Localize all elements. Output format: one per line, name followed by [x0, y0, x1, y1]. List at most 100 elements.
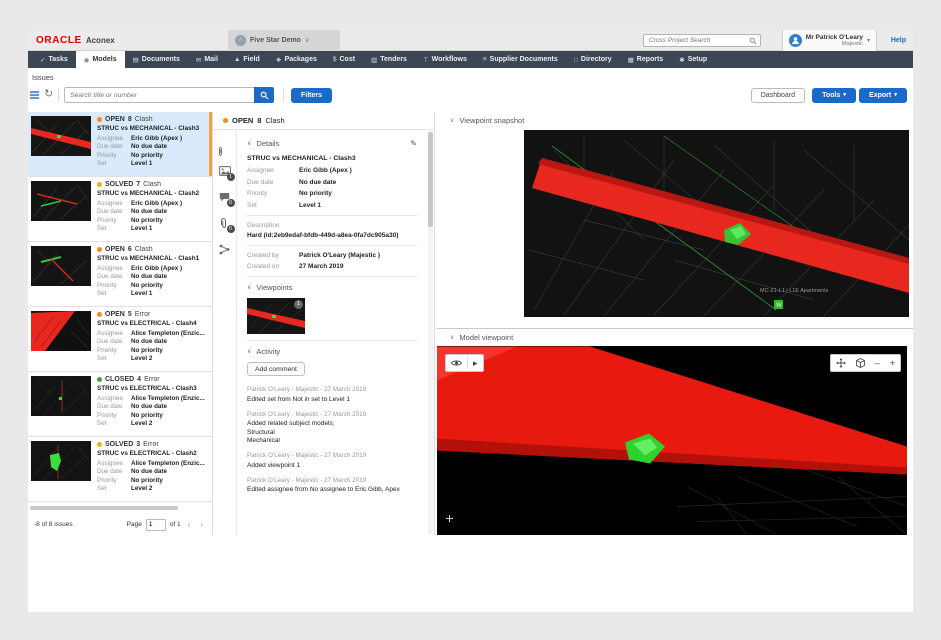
status-dot-icon	[223, 118, 228, 123]
dashboard-button[interactable]: Dashboard	[751, 88, 805, 103]
tab-cost[interactable]: $Cost	[325, 51, 363, 68]
documents-icon: ▤	[133, 56, 139, 64]
viewpoints-section-header[interactable]: ∨ Viewpoints	[247, 283, 417, 292]
page-label: Page	[127, 521, 142, 528]
issue-list-item[interactable]: OPEN 5 Error STRUC vs ELECTRICAL - Clash…	[28, 307, 212, 372]
detail-set: Level 1	[299, 202, 321, 209]
tab-workflows[interactable]: ⊤Workflows	[415, 51, 475, 68]
issue-title: STRUC vs MECHANICAL - Clash1	[97, 255, 209, 262]
activity-section-header[interactable]: ∨ Activity	[247, 347, 417, 356]
tab-directory[interactable]: ∷Directory	[566, 51, 620, 68]
tab-documents[interactable]: ▤Documents	[125, 51, 188, 68]
edit-pencil-icon[interactable]: ✎	[410, 139, 417, 148]
export-button[interactable]: Export▾	[859, 88, 907, 103]
tab-tasks[interactable]: ✓Tasks	[32, 51, 76, 68]
horizontal-scrollbar[interactable]	[30, 506, 178, 510]
tab-reports[interactable]: ▦Reports	[620, 51, 672, 68]
tools-button[interactable]: Tools▾	[812, 88, 856, 103]
zoom-out-icon[interactable]: –	[870, 355, 885, 371]
detail-header: OPEN 8 Clash	[213, 112, 434, 130]
activity-text: Structural	[247, 429, 417, 436]
status-text: SOLVED	[105, 441, 133, 448]
viewpoint-thumbnail[interactable]: 1	[247, 298, 305, 334]
tab-setup[interactable]: ✱Setup	[671, 51, 715, 68]
created-on: 27 March 2019	[299, 263, 343, 270]
page-prev-icon[interactable]: ‹	[185, 520, 194, 529]
issue-detail-panel: OPEN 8 Clash i 1 0	[213, 112, 435, 535]
tab-supplier-documents[interactable]: ≡Supplier Documents	[475, 51, 566, 68]
zoom-in-icon[interactable]: +	[885, 355, 900, 371]
chevron-down-icon: ∨	[450, 117, 454, 124]
viewpoint-count-badge: 1	[294, 300, 303, 309]
user-menu[interactable]: Mr Patrick O'Leary Majestic ▾	[782, 30, 877, 51]
directory-icon: ∷	[574, 56, 578, 64]
activity-entry: Patrick O'Leary - Majestic - 27 March 20…	[247, 452, 417, 469]
issue-thumbnail	[31, 441, 91, 481]
tab-packages[interactable]: ❖Packages	[268, 51, 325, 68]
page-of-label: of 1	[170, 521, 181, 528]
activity-text: Edited set from Not in set to Level 1	[247, 396, 417, 403]
detail-status: OPEN	[232, 116, 253, 125]
visibility-eye-icon[interactable]	[446, 355, 467, 371]
cross-project-search-input[interactable]	[647, 36, 749, 45]
expand-panel-icon[interactable]: ▸	[468, 355, 483, 371]
issue-list-item[interactable]: OPEN 6 Clash STRUC vs MECHANICAL - Clash…	[28, 242, 212, 307]
pan-icon[interactable]	[831, 355, 851, 371]
tab-mail[interactable]: ✉Mail	[188, 51, 226, 68]
packages-icon: ❖	[276, 56, 282, 64]
model-viewpoint-header[interactable]: ∨ Model viewpoint	[437, 329, 913, 346]
viewpoint-snapshot-header[interactable]: ∨ Viewpoint snapshot	[437, 112, 913, 129]
status-text: OPEN	[105, 116, 125, 123]
comments-icon[interactable]: 0	[219, 192, 231, 203]
info-icon[interactable]: i	[219, 140, 231, 151]
tenders-icon: ▥	[371, 56, 377, 64]
page-number-input[interactable]	[146, 519, 166, 531]
issue-status-line: OPEN 6 Clash	[97, 246, 209, 253]
activity-meta: Patrick O'Leary - Majestic - 27 March 20…	[247, 477, 417, 484]
created-by: Patrick O'Leary (Majestic )	[299, 252, 380, 259]
filters-button[interactable]: Filters	[291, 88, 332, 103]
issue-thumbnail	[31, 181, 91, 221]
refresh-icon[interactable]: ↻	[44, 87, 53, 100]
tab-models[interactable]: ◉Models	[76, 51, 125, 68]
issues-menu-icon[interactable]	[30, 91, 39, 99]
tab-tenders[interactable]: ▥Tenders	[363, 51, 415, 68]
vertical-scrollbar[interactable]	[428, 131, 433, 534]
viewpoint-snapshot-image[interactable]: MC-Z1-L1 | L1E Apartments W	[524, 130, 909, 317]
activity-entry: Patrick O'Leary - Majestic - 27 March 20…	[247, 411, 417, 445]
viewpoints-icon[interactable]: 1	[219, 166, 231, 177]
field-icon: ▲	[234, 56, 240, 63]
issue-status-line: SOLVED 3 Error	[97, 441, 209, 448]
page-next-icon[interactable]: ›	[197, 520, 206, 529]
status-dot-icon	[97, 247, 102, 252]
details-section-header[interactable]: ∨ Details ✎	[247, 139, 417, 148]
detail-priority: No priority	[299, 190, 332, 197]
search-icon[interactable]	[749, 37, 757, 45]
issue-list-item[interactable]: SOLVED 7 Clash STRUC vs MECHANICAL - Cla…	[28, 177, 212, 242]
issue-title: STRUC vs ELECTRICAL - Clash3	[97, 385, 209, 392]
issue-search-input[interactable]	[64, 87, 254, 103]
aconex-brand: Aconex	[86, 36, 115, 45]
add-comment-button[interactable]: Add comment	[247, 362, 305, 376]
orbit-cube-icon[interactable]	[851, 355, 870, 371]
help-link[interactable]: Help	[891, 30, 906, 51]
scrollbar-thumb[interactable]	[428, 132, 433, 227]
issue-title: STRUC vs ELECTRICAL - Clash4	[97, 320, 209, 327]
issue-list-item[interactable]: SOLVED 3 Error STRUC vs ELECTRICAL - Cla…	[28, 437, 212, 502]
viewer-panel: ∨ Viewpoint snapshot	[437, 112, 913, 535]
app-window: ORACLE Aconex ∴ Five Star Demo ∨ Mr Pa	[28, 30, 913, 612]
attachments-paperclip-icon[interactable]: 0	[219, 218, 231, 229]
activity-meta: Patrick O'Leary - Majestic - 27 March 20…	[247, 386, 417, 393]
search-button[interactable]	[254, 87, 274, 103]
issue-list-item[interactable]: CLOSED 4 Error STRUC vs ELECTRICAL - Cla…	[28, 372, 212, 437]
tab-field[interactable]: ▲Field	[226, 51, 268, 68]
related-models-icon[interactable]	[219, 244, 231, 255]
setup-gear-icon: ✱	[679, 56, 684, 64]
status-dot-icon	[97, 117, 102, 122]
issue-list: OPEN 8 Clash STRUC vs MECHANICAL - Clash…	[28, 112, 213, 535]
status-dot-icon	[97, 377, 102, 382]
status-text: OPEN	[105, 246, 125, 253]
project-selector[interactable]: ∴ Five Star Demo ∨	[228, 30, 340, 51]
issue-list-item[interactable]: OPEN 8 Clash STRUC vs MECHANICAL - Clash…	[28, 112, 212, 177]
model-viewpoint-canvas[interactable]: ▸ – +	[437, 346, 907, 535]
